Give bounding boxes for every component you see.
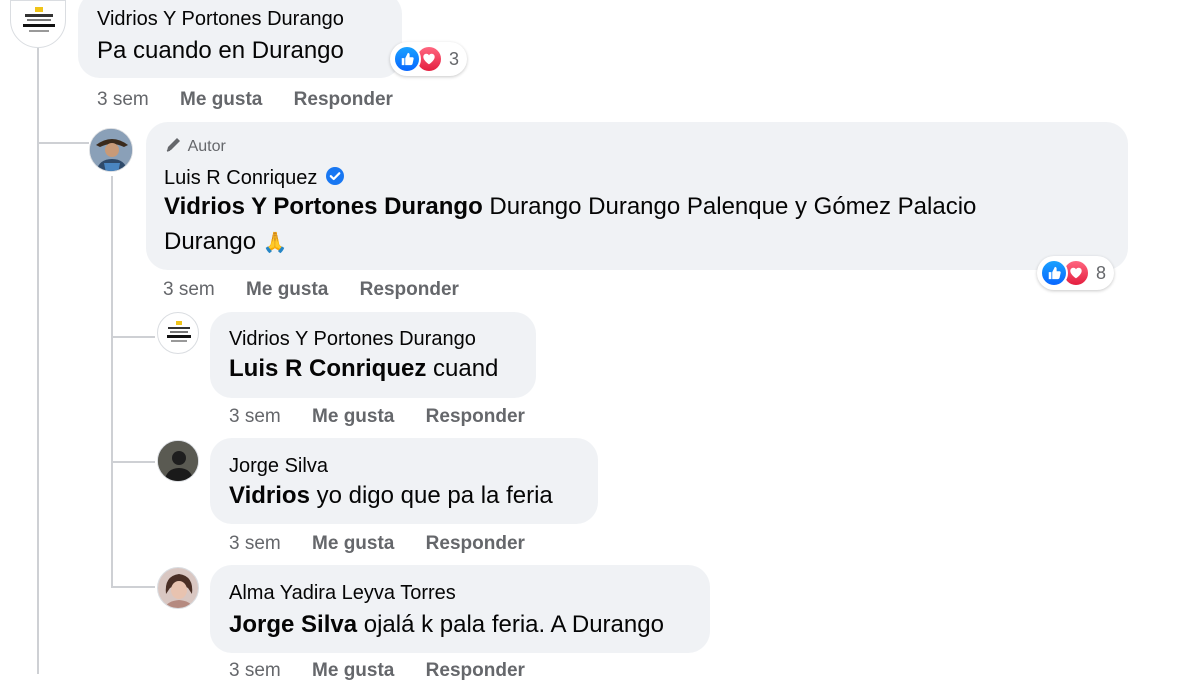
comment-timestamp[interactable]: 3 sem (97, 89, 149, 111)
comment-bubble-1: Vidrios Y Portones Durango Pa cuando en … (78, 0, 402, 78)
thread-branch-nested-3 (111, 586, 155, 588)
avatar-jorge[interactable] (157, 440, 199, 482)
like-button[interactable]: Me gusta (180, 89, 262, 111)
comment-author[interactable]: Alma Yadira Leyva Torres (229, 582, 456, 605)
comment-text: Vidrios yo digo que pa la feria (229, 479, 553, 513)
like-reaction-icon (393, 45, 421, 73)
profile-photo-icon (158, 568, 198, 608)
comment-text: Durango Durango Palenque y Gómez Palacio (489, 193, 977, 220)
like-button[interactable]: Me gusta (312, 660, 394, 682)
reply-button[interactable]: Responder (426, 406, 525, 428)
comment-text-line-2: Durango 🙏 (164, 225, 288, 260)
mention-link[interactable]: Luis R Conriquez (229, 355, 426, 382)
mention-link[interactable]: Vidrios (229, 482, 310, 509)
comment-timestamp[interactable]: 3 sem (163, 279, 215, 301)
reaction-count: 8 (1096, 262, 1107, 283)
reply-button[interactable]: Responder (426, 660, 525, 682)
reply-button[interactable]: Responder (360, 279, 459, 301)
comment-text-cont: Durango (164, 228, 257, 255)
comment-bubble-3: Vidrios Y Portones Durango Luis R Conriq… (210, 312, 536, 398)
like-reaction-icon (1040, 259, 1068, 287)
thread-branch-nested-2 (111, 461, 155, 463)
avatar-vidrios[interactable] (10, 0, 66, 48)
comment-text: Jorge Silva ojalá k pala feria. A Durang… (229, 608, 664, 642)
comment-author[interactable]: Vidrios Y Portones Durango (97, 8, 344, 31)
comment-author[interactable]: Jorge Silva (229, 455, 328, 478)
verified-badge-icon (325, 167, 344, 185)
author-tag-label: Autor (187, 138, 226, 155)
reaction-count: 3 (449, 48, 460, 69)
like-button[interactable]: Me gusta (246, 279, 328, 301)
thread-line-nested (111, 176, 113, 586)
vidrios-logo-icon (167, 321, 191, 342)
like-button[interactable]: Me gusta (312, 533, 394, 555)
thread-branch-nested-1 (111, 336, 155, 338)
profile-photo-icon (158, 441, 198, 481)
comment-text-content: cuand (433, 355, 499, 382)
comment-author-name[interactable]: Luis R Conriquez (164, 167, 317, 189)
comment-text: Luis R Conriquez cuand (229, 352, 498, 386)
comment-actions-5: 3 sem Me gusta Responder (229, 660, 525, 682)
avatar-vidrios[interactable] (157, 312, 199, 354)
comment-timestamp[interactable]: 3 sem (229, 660, 281, 682)
pencil-icon (166, 138, 180, 152)
author-tag: Autor (164, 136, 226, 156)
praying-hands-emoji: 🙏 (262, 232, 288, 254)
comment-actions-4: 3 sem Me gusta Responder (229, 533, 525, 555)
comment-actions-2: 3 sem Me gusta Responder (163, 279, 459, 301)
comment-text: Pa cuando en Durango (97, 37, 344, 64)
comment-bubble-4: Jorge Silva Vidrios yo digo que pa la fe… (210, 438, 598, 524)
comment-author[interactable]: Vidrios Y Portones Durango (229, 328, 476, 351)
comment-text-content: yo digo que pa la feria (316, 482, 553, 509)
comment-timestamp[interactable]: 3 sem (229, 533, 281, 555)
comment-text-content: ojalá k pala feria. A Durango (363, 611, 664, 638)
mention-link[interactable]: Vidrios Y Portones Durango (164, 193, 483, 220)
comment-actions-3: 3 sem Me gusta Responder (229, 406, 525, 428)
comment-bubble-5: Alma Yadira Leyva Torres Jorge Silva oja… (210, 565, 710, 653)
reply-button[interactable]: Responder (294, 89, 393, 111)
thread-branch-reply-1 (37, 142, 89, 144)
vidrios-logo-icon (23, 7, 55, 32)
reactions-summary-2[interactable]: 8 (1037, 256, 1115, 290)
mention-link[interactable]: Jorge Silva (229, 611, 357, 638)
reactions-summary-1[interactable]: 3 (390, 42, 468, 76)
profile-photo-icon (90, 129, 132, 171)
avatar-luis[interactable] (89, 128, 133, 172)
comment-timestamp[interactable]: 3 sem (229, 406, 281, 428)
comment-actions-1: 3 sem Me gusta Responder (97, 89, 393, 111)
comment-bubble-2: Autor Luis R Conriquez Vidrios Y Portone… (146, 122, 1128, 270)
comment-author[interactable]: Luis R Conriquez (164, 166, 345, 190)
avatar-alma[interactable] (157, 567, 199, 609)
reply-button[interactable]: Responder (426, 533, 525, 555)
comment-text-line-1: Vidrios Y Portones Durango Durango Duran… (164, 190, 976, 224)
like-button[interactable]: Me gusta (312, 406, 394, 428)
